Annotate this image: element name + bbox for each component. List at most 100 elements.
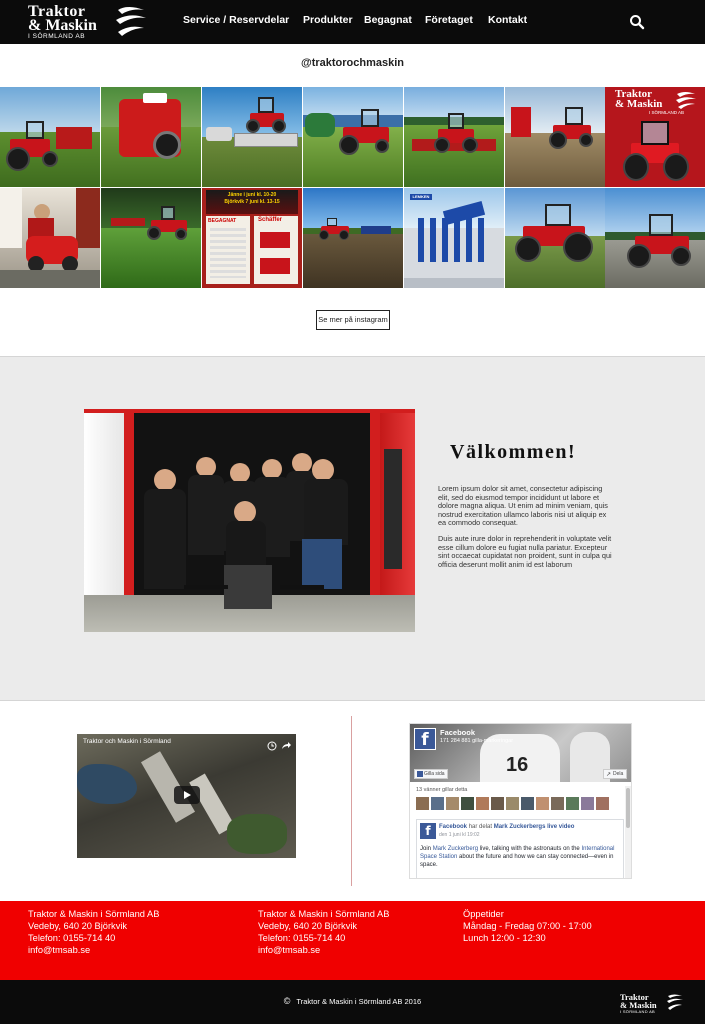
footer-logo-line-3: I SÖRMLAND AB: [620, 1009, 656, 1014]
avatar[interactable]: [521, 797, 534, 810]
section-divider: [351, 716, 352, 886]
see-more-instagram-button[interactable]: Se mer på instagram: [316, 310, 390, 330]
instagram-tile[interactable]: [303, 87, 403, 187]
tractor-image: [627, 214, 697, 274]
post-shared-link[interactable]: Mark Zuckerbergs live video: [494, 824, 575, 830]
opening-hours-title: Öppetider: [463, 909, 504, 919]
tile-logo-line-2: & Maskin: [615, 98, 663, 110]
tile-logo-line-3: I SÖRMLAND AB: [649, 110, 685, 115]
avatar[interactable]: [491, 797, 504, 810]
swoosh-logo-icon: [667, 994, 683, 1010]
instagram-tile[interactable]: LEMKEN: [404, 188, 504, 288]
share-icon: ↗: [606, 772, 612, 778]
instagram-tile[interactable]: [0, 188, 100, 288]
facebook-friends-like: 13 vänner gillar detta: [416, 787, 468, 793]
search-icon[interactable]: [629, 14, 645, 30]
post-author[interactable]: Facebook: [439, 824, 467, 830]
facebook-f-icon: [417, 771, 423, 777]
facebook-page-logo-icon[interactable]: f: [414, 728, 436, 750]
facebook-post: f Facebook har delat Mark Zuckerbergs li…: [416, 819, 624, 878]
share-icon[interactable]: [281, 738, 291, 756]
avatar[interactable]: [446, 797, 459, 810]
facebook-widget: 16 f Facebook 171 284 881 gilla-markerin…: [409, 723, 632, 879]
post-link-1[interactable]: Mark Zuckerberg: [433, 846, 478, 852]
facebook-post-date[interactable]: den 1 juni kl 19:02: [439, 832, 480, 838]
nav-begagnat[interactable]: Begagnat: [364, 14, 412, 26]
instagram-tile[interactable]: [404, 87, 504, 187]
tractor-image: [244, 97, 294, 137]
footer-email[interactable]: info@tmsab.se: [258, 944, 389, 956]
avatar[interactable]: [476, 797, 489, 810]
instagram-handle[interactable]: @traktorochmaskin: [0, 57, 705, 69]
nav-service-reservdelar[interactable]: Service / Reservdelar: [183, 14, 289, 26]
facebook-post-text: Join Mark Zuckerberg live, talking with …: [420, 845, 620, 869]
instagram-tile[interactable]: Traktor & Maskin I SÖRMLAND AB: [605, 87, 705, 187]
footer-phone[interactable]: Telefon: 0155-714 40: [28, 932, 159, 944]
instagram-tile[interactable]: [101, 188, 201, 288]
instagram-tile[interactable]: [605, 188, 705, 288]
tractor-image: [623, 119, 689, 183]
instagram-tile[interactable]: [202, 87, 302, 187]
clock-icon[interactable]: [267, 738, 277, 756]
play-button[interactable]: [174, 786, 200, 804]
avatar[interactable]: [506, 797, 519, 810]
footer-company: Traktor & Maskin i Sörmland AB: [258, 909, 390, 919]
poster-brand: Schäffer: [258, 217, 283, 223]
footer-opening-hours: Öppetider Måndag - Fredag 07:00 - 17:00 …: [463, 908, 592, 944]
instagram-tile[interactable]: [0, 87, 100, 187]
site-logo[interactable]: Traktor & Maskin I SÖRMLAND AB: [28, 4, 148, 40]
footer-column-2: Traktor & Maskin i Sörmland AB Vedeby, 6…: [258, 908, 389, 956]
copyright-icon: ©: [283, 996, 291, 1006]
tractor-image: [339, 109, 399, 159]
poster-begagnat: BEGAGNAT: [208, 218, 237, 224]
instagram-tile[interactable]: Jänne i juni kl. 10-20 Björkvik 7 juni k…: [202, 188, 302, 288]
footer-company: Traktor & Maskin i Sörmland AB: [28, 909, 160, 919]
instagram-tile[interactable]: [101, 87, 201, 187]
swoosh-logo-icon: [676, 92, 696, 109]
avatar[interactable]: [596, 797, 609, 810]
facebook-friend-avatars: [416, 797, 611, 811]
header: Traktor & Maskin I SÖRMLAND AB Service /…: [0, 0, 705, 44]
avatar[interactable]: [416, 797, 429, 810]
nav-foretaget[interactable]: Företaget: [425, 14, 473, 26]
nav-produkter[interactable]: Produkter: [303, 14, 353, 26]
copyright-text: Traktor & Maskin i Sörmland AB 2016: [296, 997, 422, 1006]
avatar[interactable]: [551, 797, 564, 810]
footer-address: Vedeby, 640 20 Björkvik: [258, 921, 358, 931]
welcome-paragraph-2: Duis aute irure dolor in reprehenderit i…: [438, 534, 612, 569]
avatar[interactable]: [461, 797, 474, 810]
scrollbar-thumb[interactable]: [626, 788, 630, 828]
footer-logo-line-2: & Maskin: [620, 1000, 657, 1010]
footer-phone[interactable]: Telefon: 0155-714 40: [258, 932, 389, 944]
instagram-tile[interactable]: [505, 87, 605, 187]
avatar[interactable]: [431, 797, 444, 810]
facebook-page-name[interactable]: Facebook: [440, 728, 475, 737]
post-text-1: Join: [420, 846, 433, 852]
instagram-tile[interactable]: [303, 188, 403, 288]
welcome-title: Välkommen!: [450, 441, 577, 463]
footer-logo[interactable]: Traktor & Maskin I SÖRMLAND AB: [620, 993, 686, 1017]
copyright: © Traktor & Maskin i Sörmland AB 2016: [0, 996, 705, 1006]
nav-kontakt[interactable]: Kontakt: [488, 14, 527, 26]
facebook-share-button[interactable]: ↗ Dela: [603, 769, 627, 779]
facebook-share-label: Dela: [613, 771, 624, 777]
video-player[interactable]: Traktor och Maskin i Sörmland: [77, 734, 296, 858]
facebook-post-header: Facebook har delat Mark Zuckerbergs live…: [439, 824, 574, 830]
facebook-post-logo-icon[interactable]: f: [420, 823, 436, 839]
avatar[interactable]: [581, 797, 594, 810]
opening-hours-lunch: Lunch 12:00 - 12:30: [463, 933, 546, 943]
poster-title-2: Björkvik 7 juni kl. 13-15: [224, 199, 280, 205]
logo-line-3: I SÖRMLAND AB: [28, 33, 86, 40]
footer-email[interactable]: info@tmsab.se: [28, 944, 159, 956]
swoosh-logo-icon: [116, 7, 146, 36]
avatar[interactable]: [566, 797, 579, 810]
facebook-like-button[interactable]: Gilla sida: [414, 769, 448, 779]
welcome-paragraph-1: Lorem ipsum dolor sit amet, consectetur …: [438, 484, 608, 528]
instagram-tile[interactable]: [505, 188, 605, 288]
team-photo: [84, 409, 415, 632]
facebook-scrollbar[interactable]: [625, 786, 631, 878]
tractor-image: [317, 218, 357, 242]
brand-lemken: LEMKEN: [410, 194, 432, 200]
footer-column-1: Traktor & Maskin i Sörmland AB Vedeby, 6…: [28, 908, 159, 956]
avatar[interactable]: [536, 797, 549, 810]
